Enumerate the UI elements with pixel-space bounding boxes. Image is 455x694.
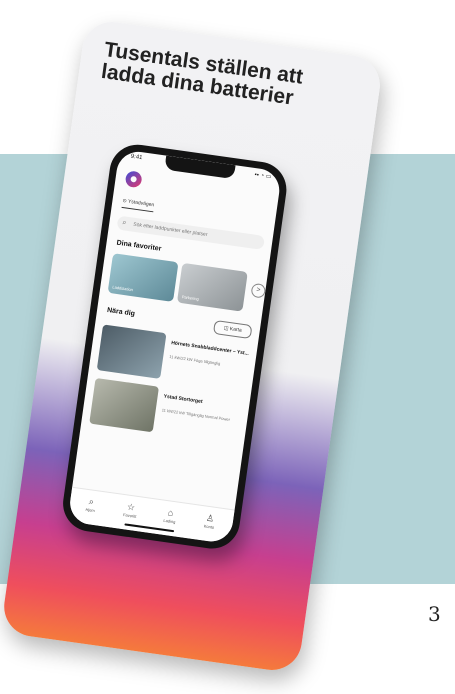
phone-screen: 9:41 ▪▪ ◔ ▭ ⊙ Ystadvägen ⌕ Sök efter lad… xyxy=(67,149,283,545)
nav-label: Hjem xyxy=(85,506,96,514)
favorite-card[interactable]: Laddstation xyxy=(107,253,179,302)
map-button[interactable]: ◫ Karta xyxy=(212,319,253,340)
nearby-meta: 11 kW/22 kW Föga tillgänglig xyxy=(168,353,221,367)
nearby-title: Nära dig xyxy=(106,306,136,318)
search-icon: ⌕ xyxy=(122,219,127,227)
nearby-photo xyxy=(89,377,159,433)
card-title: Tusentals ställen att ladda dina batteri… xyxy=(99,38,305,110)
nav-label: Konto xyxy=(203,523,215,530)
nearby-photo xyxy=(96,324,167,379)
location-label: Ystadvägen xyxy=(127,198,155,209)
status-time: 9:41 xyxy=(130,153,143,162)
favorite-card[interactable]: Parkering xyxy=(176,262,248,312)
status-icons: ▪▪ ◔ ▭ xyxy=(254,172,272,181)
nav-item-home[interactable]: ⌕ Hjem xyxy=(73,493,109,515)
bottom-navigation: ⌕ Hjem ☆ Favoritt ⌂ Lading ♙ Konto xyxy=(67,486,235,545)
home-indicator xyxy=(124,523,175,533)
map-button-label: Karta xyxy=(229,326,243,334)
nearby-list-item[interactable]: Ystad Stortorget 11 kW/22 kW Tillgänglig… xyxy=(89,377,244,444)
more-favorites-button[interactable]: > xyxy=(250,282,267,299)
app-logo xyxy=(124,170,143,189)
nav-item-account[interactable]: ♙ Konto xyxy=(192,510,228,532)
nearby-name: Hörnets Snabbladdcenter – Yst... xyxy=(170,340,250,357)
nav-item-charging[interactable]: ⌂ Lading xyxy=(152,504,188,526)
favorite-caption: Parkering xyxy=(181,294,200,302)
nearby-meta: 11 kW/22 kW Tillgänglig Normal Power xyxy=(161,407,231,422)
page-number: 3 xyxy=(428,602,441,626)
location-chip[interactable]: ⊙ Ystadvägen xyxy=(121,197,155,213)
nav-label: Favoritt xyxy=(122,512,137,519)
phone-notch xyxy=(164,155,236,180)
nav-label: Lading xyxy=(163,517,176,525)
search-placeholder: Sök efter laddpunkter eller platser xyxy=(132,221,208,239)
nearby-name: Ystad Stortorget xyxy=(163,393,203,405)
favorite-caption: Laddstation xyxy=(112,284,134,293)
nav-item-favorites[interactable]: ☆ Favoritt xyxy=(113,499,149,521)
phone-mockup: 9:41 ▪▪ ◔ ▭ ⊙ Ystadvägen ⌕ Sök efter lad… xyxy=(59,141,291,553)
favorites-title: Dina favoriter xyxy=(116,239,162,253)
